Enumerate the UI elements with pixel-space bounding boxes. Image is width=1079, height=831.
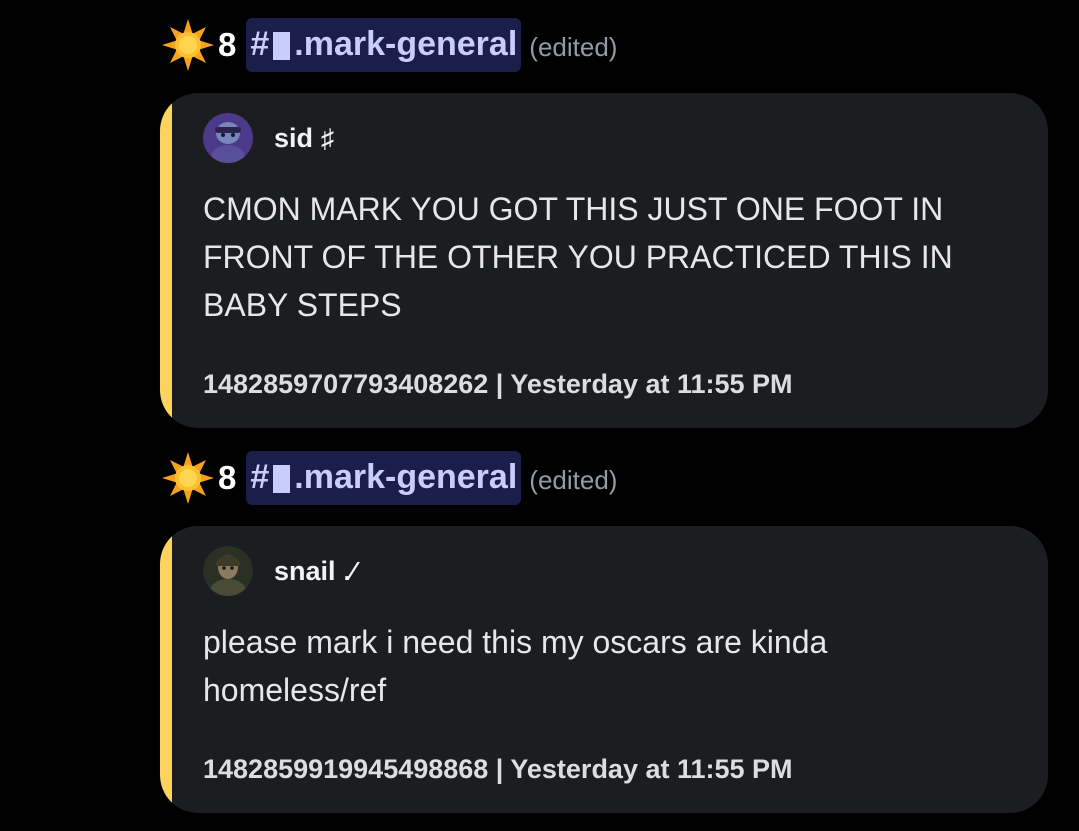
channel-hash: # bbox=[250, 458, 270, 496]
message-embed: snail .⁄ please mark i need this my osca… bbox=[160, 526, 1048, 813]
message-header: 8 # .mark-general (edited) bbox=[160, 449, 1048, 507]
channel-name: .mark-general bbox=[294, 458, 518, 496]
message-embed: sid ♯ CMON MARK YOU GOT THIS JUST ONE FO… bbox=[160, 93, 1048, 428]
channel-mention[interactable]: # .mark-general bbox=[246, 451, 522, 505]
embed-description: please mark i need this my oscars are ki… bbox=[203, 624, 828, 708]
star-icon bbox=[160, 17, 216, 73]
message-header: 8 # .mark-general (edited) bbox=[160, 16, 1048, 74]
channel-hash: # bbox=[250, 25, 270, 63]
embed-accent-bar bbox=[160, 93, 172, 428]
starboard-message: 8 # .mark-general (edited) sid ♯ CMON MA… bbox=[160, 16, 1048, 428]
author-name[interactable]: sid bbox=[274, 123, 313, 154]
channel-emoji-placeholder bbox=[273, 465, 291, 493]
channel-name: .mark-general bbox=[294, 25, 518, 63]
embed-author[interactable]: snail .⁄ bbox=[203, 546, 355, 596]
edited-label: (edited) bbox=[529, 464, 618, 495]
channel-emoji-placeholder bbox=[273, 32, 291, 60]
embed-accent-bar bbox=[160, 526, 172, 813]
embed-footer: 1482859919945498868 | Yesterday at 11:55… bbox=[203, 754, 793, 784]
edited-label: (edited) bbox=[529, 31, 618, 62]
channel-mention[interactable]: # .mark-general bbox=[246, 18, 522, 72]
avatar[interactable] bbox=[203, 113, 253, 163]
star-icon bbox=[160, 450, 216, 506]
avatar[interactable] bbox=[203, 546, 253, 596]
starboard-message: 8 # .mark-general (edited) snail .⁄ plea… bbox=[160, 449, 1048, 813]
embed-description: CMON MARK YOU GOT THIS JUST ONE FOOT IN … bbox=[203, 191, 953, 323]
star-count: 8 bbox=[218, 459, 237, 496]
embed-author[interactable]: sid ♯ bbox=[203, 113, 334, 163]
embed-footer: 1482859707793408262 | Yesterday at 11:55… bbox=[203, 369, 793, 399]
star-count: 8 bbox=[218, 26, 237, 63]
author-name[interactable]: snail bbox=[274, 556, 336, 587]
author-tag: ♯ bbox=[321, 122, 335, 153]
author-tag: .⁄ bbox=[343, 555, 356, 586]
